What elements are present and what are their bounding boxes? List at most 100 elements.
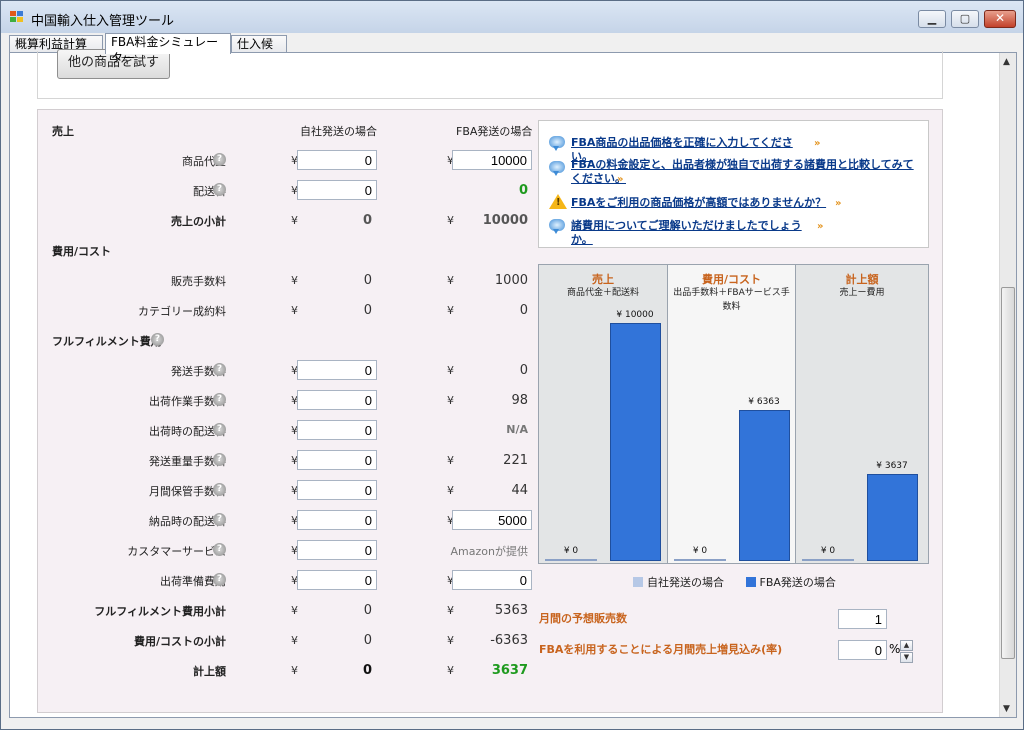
- bar-self-shipping: [674, 559, 726, 561]
- self-shipping-fee-input[interactable]: [297, 180, 377, 200]
- tab-page: 他の商品を試す 売上 自社発送の場合 FBA発送の場合 商品代金 ? ¥ ¥ 配…: [9, 49, 1017, 718]
- chart-legend: 自社発送の場合 FBA発送の場合: [633, 574, 836, 590]
- self-weight-handling-input[interactable]: [297, 450, 377, 470]
- yen-sign: ¥: [291, 604, 298, 617]
- percent-unit: %: [889, 642, 901, 656]
- fba-shipping-fee-value: 0: [518, 183, 528, 198]
- scroll-thumb[interactable]: [1001, 287, 1015, 659]
- fba-prep-fee-input[interactable]: [452, 570, 532, 590]
- help-icon[interactable]: ?: [213, 513, 226, 526]
- chart-category-title: 売上: [592, 273, 614, 286]
- legend-label-fba: FBA発送の場合: [759, 576, 836, 589]
- spin-up-button[interactable]: ▲: [900, 640, 913, 651]
- sales-section-heading: 売上: [52, 125, 74, 138]
- fba-product-price-input[interactable]: [452, 150, 532, 170]
- bar-self-shipping: [802, 559, 854, 561]
- self-monthly-storage-input[interactable]: [297, 480, 377, 500]
- yen-sign: ¥: [447, 454, 454, 467]
- fulfillment-section-heading: フルフィルメント費用: [52, 335, 162, 348]
- window-title: 中国輸入仕入管理ツール: [31, 14, 175, 29]
- tips-box: FBA商品の出品価格を正確に入力してください。 » FBAの料金設定と、出品者様…: [538, 120, 929, 248]
- self-inbound-shipping-input[interactable]: [297, 510, 377, 530]
- bar-self-shipping: [545, 559, 597, 561]
- self-net-amount-value: 0: [362, 663, 372, 678]
- chevron-down-icon[interactable]: »: [617, 174, 623, 185]
- category-fee-label: カテゴリー成約料: [138, 305, 226, 318]
- help-icon[interactable]: ?: [213, 573, 226, 586]
- minimize-button[interactable]: ▁: [918, 10, 946, 28]
- chart-category-title: 費用/コスト: [701, 273, 762, 286]
- yen-sign: ¥: [447, 664, 454, 677]
- bar-value-label: ¥ 10000: [616, 310, 654, 320]
- help-icon[interactable]: ?: [213, 363, 226, 376]
- maximize-button[interactable]: ▢: [951, 10, 979, 28]
- bar-value-label: ¥ 6363: [748, 396, 780, 407]
- tip-link[interactable]: 諸費用についてご理解いただけましたでしょうか。: [571, 219, 816, 247]
- fulfillment-subtotal-label: フルフィルメント費用小計: [94, 605, 226, 618]
- net-amount-label: 計上額: [193, 665, 226, 678]
- fba-sales-commission-value: 1000: [494, 273, 528, 288]
- monthly-sales-input[interactable]: [838, 609, 887, 629]
- cost-comparison-chart: 売上商品代金＋配送料 ¥ 0 ¥ 10000 費用/コスト出品手数料＋FBAサービス手…: [538, 264, 929, 564]
- yen-sign: ¥: [291, 304, 298, 317]
- fba-inbound-shipping-input[interactable]: [452, 510, 532, 530]
- close-button[interactable]: ✕: [984, 10, 1016, 28]
- bar-value-label: ¥ 0: [692, 546, 708, 556]
- tip-link[interactable]: FBAをご利用の商品価格が高額ではありませんか？: [571, 196, 831, 210]
- bar-value-label: ¥ 0: [820, 546, 836, 556]
- increase-rate-input[interactable]: [838, 640, 887, 660]
- monthly-sales-label: 月間の予想販売数: [539, 612, 627, 625]
- yen-sign: ¥: [291, 214, 298, 227]
- yen-sign: ¥: [447, 394, 454, 407]
- cost-subtotal-label: 費用/コストの小計: [133, 635, 226, 648]
- title-bar: 中国輸入仕入管理ツール ▁ ▢ ✕: [1, 1, 1023, 33]
- chart-category-subtitle: 出品手数料＋FBAサービス手数料: [673, 288, 790, 312]
- self-product-price-input[interactable]: [297, 150, 377, 170]
- scroll-down-arrow[interactable]: ▼: [1003, 704, 1010, 714]
- app-icon: [10, 11, 24, 23]
- tab-fba-simulator[interactable]: FBA料金シミュレーター: [105, 33, 231, 65]
- yen-sign: ¥: [447, 604, 454, 617]
- help-icon[interactable]: ?: [213, 183, 226, 196]
- chart-category-subtitle: 商品代金＋配送料: [566, 288, 639, 298]
- fba-pick-pack-value: 98: [511, 393, 528, 408]
- simulator-panel: 売上 自社発送の場合 FBA発送の場合 商品代金 ? ¥ ¥ 配送料 ? ¥ 0…: [37, 109, 943, 713]
- self-ship-handling-input[interactable]: [297, 360, 377, 380]
- yen-sign: ¥: [291, 664, 298, 677]
- yen-sign: ¥: [447, 274, 454, 287]
- scroll-up-arrow[interactable]: ▲: [1003, 57, 1010, 67]
- yen-sign: ¥: [291, 274, 298, 287]
- chevron-down-icon[interactable]: »: [817, 221, 823, 232]
- self-fulfillment-subtotal-value: 0: [363, 603, 372, 618]
- self-customer-service-input[interactable]: [297, 540, 377, 560]
- cost-section-heading: 費用/コスト: [52, 245, 112, 258]
- help-icon[interactable]: ?: [213, 483, 226, 496]
- help-icon[interactable]: ?: [213, 393, 226, 406]
- chevron-down-icon[interactable]: »: [814, 138, 820, 149]
- increase-rate-label: FBAを利用することによる月間売上増見込み(率): [539, 643, 783, 656]
- tip-link[interactable]: FBAの料金設定と、出品者様が独自で出荷する諸費用と比較してみてください。: [571, 158, 921, 186]
- vertical-scrollbar[interactable]: ▲ ▼: [999, 53, 1016, 717]
- self-outbound-shipping-input[interactable]: [297, 420, 377, 440]
- yen-sign: ¥: [447, 634, 454, 647]
- chevron-down-icon[interactable]: »: [835, 198, 841, 209]
- bar-fba-shipping: [867, 474, 918, 561]
- sales-commission-label: 販売手数料: [171, 275, 226, 288]
- self-sales-subtotal-value: 0: [362, 213, 372, 228]
- help-icon[interactable]: ?: [213, 423, 226, 436]
- self-prep-fee-input[interactable]: [297, 570, 377, 590]
- self-pick-pack-input[interactable]: [297, 390, 377, 410]
- speech-bubble-icon: [549, 136, 565, 151]
- fba-net-amount-value: 3637: [491, 663, 528, 678]
- spin-down-button[interactable]: ▼: [900, 652, 913, 663]
- bar-fba-shipping: [610, 323, 661, 561]
- fba-category-fee-value: 0: [519, 303, 528, 318]
- help-icon[interactable]: ?: [213, 543, 226, 556]
- help-icon[interactable]: ?: [213, 153, 226, 166]
- help-icon[interactable]: ?: [213, 453, 226, 466]
- self-shipping-header: 自社発送の場合: [300, 125, 377, 138]
- chart-column: 費用/コスト出品手数料＋FBAサービス手数料 ¥ 0 ¥ 6363: [668, 265, 796, 563]
- chart-column: 売上 商品代金＋配送料 ¥ 0 ¥ 10000: [539, 265, 668, 563]
- help-icon[interactable]: ?: [151, 333, 164, 346]
- legend-label-self: 自社発送の場合: [647, 576, 724, 589]
